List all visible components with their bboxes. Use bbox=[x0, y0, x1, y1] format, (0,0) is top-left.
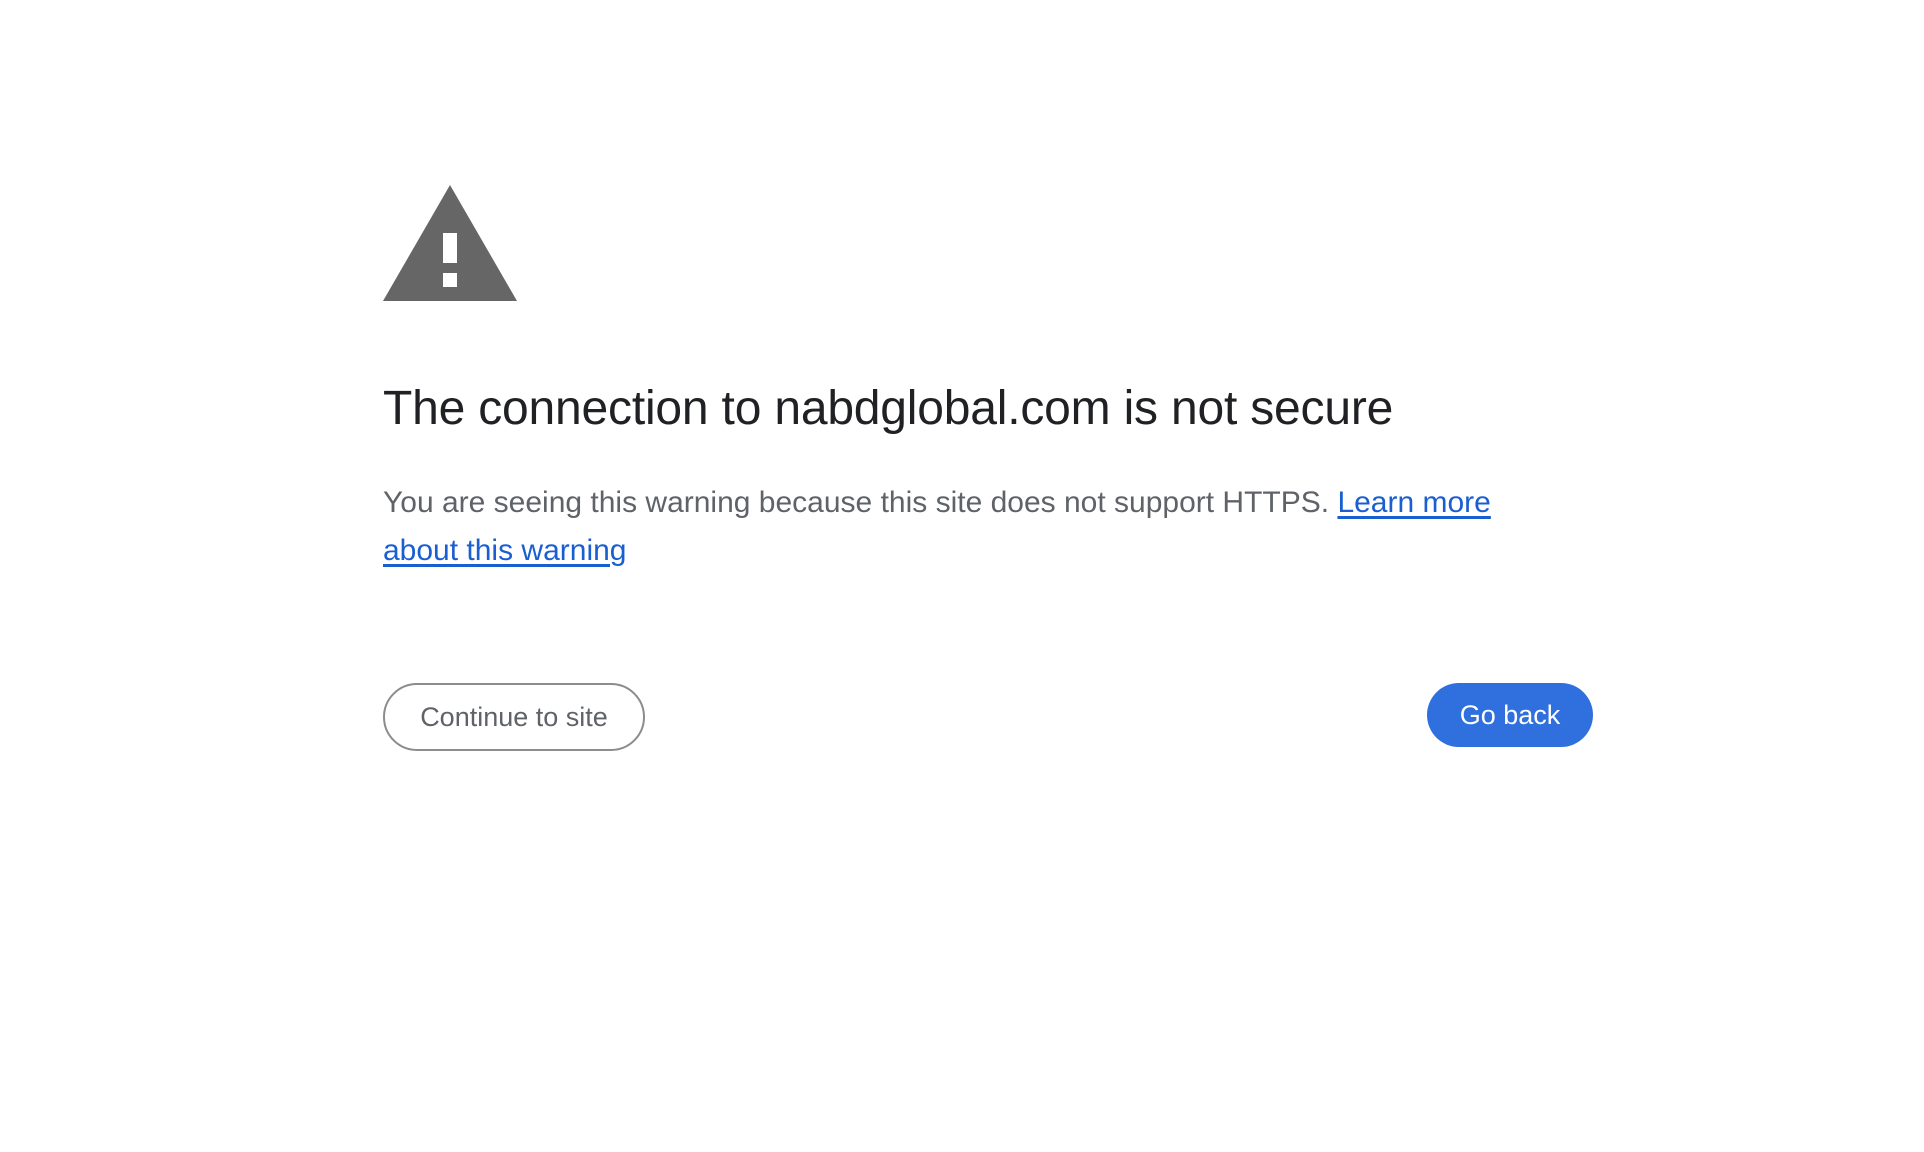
warning-description: You are seeing this warning because this… bbox=[383, 479, 1563, 575]
action-buttons: Continue to site Go back bbox=[383, 683, 1593, 751]
security-interstitial-page: The connection to nabdglobal.com is not … bbox=[0, 0, 1924, 1152]
warning-description-text: You are seeing this warning because this… bbox=[383, 486, 1338, 519]
interstitial-content: The connection to nabdglobal.com is not … bbox=[383, 185, 1593, 751]
go-back-button[interactable]: Go back bbox=[1427, 683, 1593, 747]
page-title: The connection to nabdglobal.com is not … bbox=[383, 382, 1394, 435]
continue-to-site-button[interactable]: Continue to site bbox=[383, 683, 645, 751]
warning-triangle-icon bbox=[383, 185, 517, 301]
